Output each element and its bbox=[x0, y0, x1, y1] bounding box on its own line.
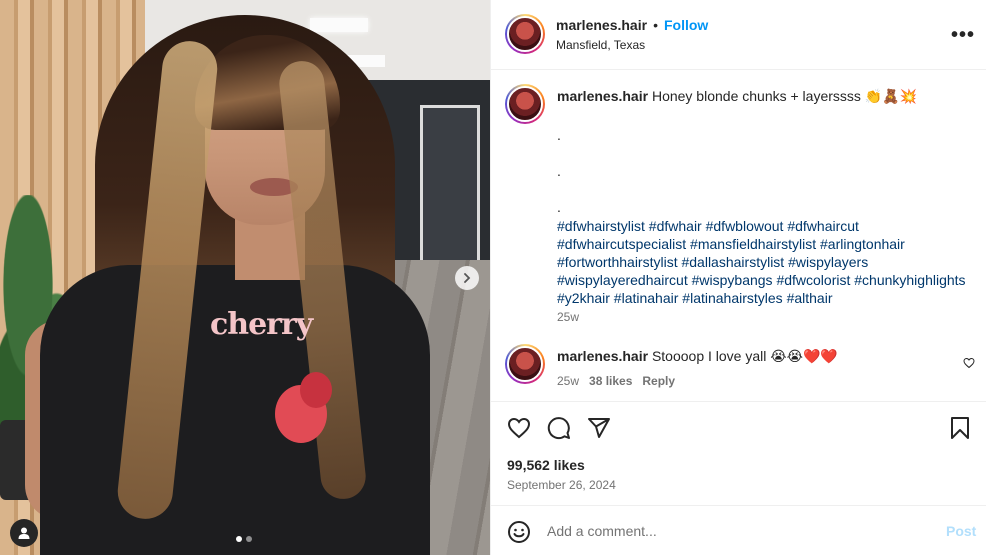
share-icon[interactable] bbox=[587, 416, 611, 445]
share-icon bbox=[588, 418, 610, 438]
shirt-print-text: cherry bbox=[210, 307, 313, 342]
post-date: September 26, 2024 bbox=[507, 478, 616, 492]
comment-text: Stoooop I love yall 😭😭❤️❤️ bbox=[651, 348, 838, 364]
comment-item: marlenes.hair Stoooop I love yall 😭😭❤️❤️… bbox=[491, 332, 986, 402]
emoji-icon[interactable] bbox=[507, 520, 531, 549]
background-door bbox=[420, 105, 480, 265]
instagram-post: cherry marlenes.hair • Follow Mansfield,… bbox=[0, 0, 986, 555]
more-options-icon[interactable]: ••• bbox=[951, 24, 975, 47]
comment-timestamp[interactable]: 25w bbox=[557, 374, 579, 388]
post-comment-button[interactable]: Post bbox=[946, 523, 976, 539]
likes-count[interactable]: 99,562 likes bbox=[507, 457, 585, 473]
comment-meta: 25w 38 likes Reply bbox=[557, 374, 675, 388]
caption-dot: . bbox=[557, 127, 561, 143]
caption-text-block: marlenes.hair Honey blonde chunks + laye… bbox=[557, 87, 967, 307]
action-bar bbox=[491, 410, 986, 450]
user-tag-icon[interactable] bbox=[10, 519, 38, 547]
comment-input[interactable] bbox=[547, 520, 927, 542]
user-tag-icon bbox=[18, 527, 30, 539]
comment-like-heart-icon[interactable] bbox=[963, 356, 975, 374]
post-header: marlenes.hair • Follow Mansfield, Texas … bbox=[491, 0, 986, 70]
avatar[interactable] bbox=[505, 14, 545, 54]
carousel-dot bbox=[246, 536, 252, 542]
header-user: marlenes.hair • Follow bbox=[556, 17, 708, 33]
caption-timestamp[interactable]: 25w bbox=[557, 310, 579, 324]
chevron-right-icon bbox=[464, 273, 471, 283]
comment-icon[interactable] bbox=[547, 416, 571, 445]
carousel-dot-active bbox=[236, 536, 242, 542]
post-media[interactable]: cherry bbox=[0, 0, 490, 555]
post-caption: marlenes.hair Honey blonde chunks + laye… bbox=[491, 70, 986, 332]
caption-text: Honey blonde chunks + layerssss 👏🧸💥 bbox=[651, 88, 918, 104]
comment-username[interactable]: marlenes.hair bbox=[557, 348, 648, 364]
caption-username[interactable]: marlenes.hair bbox=[557, 88, 648, 104]
comment-body: marlenes.hair Stoooop I love yall 😭😭❤️❤️ bbox=[557, 348, 838, 365]
bookmark-icon bbox=[951, 417, 969, 439]
heart-icon bbox=[963, 357, 975, 369]
carousel-indicator bbox=[236, 536, 252, 542]
cherry-graphic bbox=[300, 372, 332, 408]
post-side-panel: marlenes.hair • Follow Mansfield, Texas … bbox=[490, 0, 986, 555]
emoji-icon bbox=[508, 521, 530, 543]
heart-icon[interactable] bbox=[507, 416, 531, 445]
comment-icon bbox=[547, 417, 570, 440]
chevron-right-icon[interactable] bbox=[455, 266, 479, 290]
separator-dot: • bbox=[653, 17, 658, 33]
avatar[interactable] bbox=[505, 344, 545, 384]
comment-likes[interactable]: 38 likes bbox=[589, 374, 632, 388]
caption-hashtags[interactable]: #dfwhairstylist #dfwhair #dfwblowout #df… bbox=[557, 217, 967, 307]
avatar[interactable] bbox=[505, 84, 545, 124]
username-link[interactable]: marlenes.hair bbox=[556, 17, 647, 33]
reply-button[interactable]: Reply bbox=[642, 374, 675, 388]
avatar-image bbox=[507, 86, 543, 122]
heart-icon bbox=[507, 417, 531, 439]
caption-dot: . bbox=[557, 163, 561, 179]
location-link[interactable]: Mansfield, Texas bbox=[556, 38, 645, 52]
avatar-image bbox=[507, 16, 543, 52]
follow-button[interactable]: Follow bbox=[664, 17, 708, 33]
avatar-image bbox=[507, 346, 543, 382]
bookmark-icon[interactable] bbox=[948, 416, 972, 445]
ceiling-light bbox=[310, 18, 368, 32]
add-comment-bar: Post bbox=[491, 505, 986, 555]
